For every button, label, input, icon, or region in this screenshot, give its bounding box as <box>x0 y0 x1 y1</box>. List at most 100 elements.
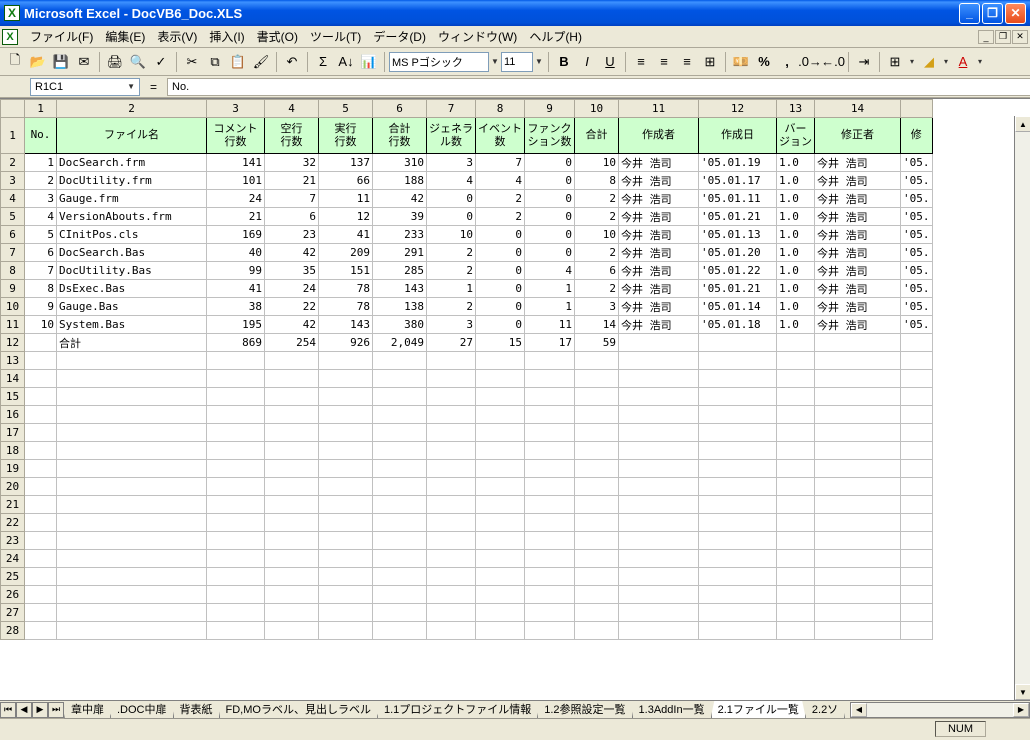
empty-cell[interactable] <box>575 352 619 370</box>
empty-cell[interactable] <box>25 514 57 532</box>
header-cell[interactable]: ジェネラル数 <box>427 118 476 154</box>
data-cell[interactable]: 39 <box>373 208 427 226</box>
chart-button[interactable]: 📊 <box>358 51 380 73</box>
empty-cell[interactable] <box>699 388 777 406</box>
row-header[interactable]: 14 <box>1 370 25 388</box>
merge-button[interactable]: ⊞ <box>699 51 721 73</box>
empty-cell[interactable] <box>265 622 319 640</box>
mdi-close-button[interactable]: ✕ <box>1012 30 1028 44</box>
data-cell[interactable]: 5 <box>25 226 57 244</box>
data-cell[interactable]: 188 <box>373 172 427 190</box>
sheet-tab[interactable]: 1.1プロジェクトファイル情報 <box>377 701 538 719</box>
data-cell[interactable]: 今井 浩司 <box>619 226 699 244</box>
empty-cell[interactable] <box>265 370 319 388</box>
data-cell[interactable]: 8 <box>575 172 619 190</box>
data-cell[interactable]: 151 <box>319 262 373 280</box>
empty-cell[interactable] <box>619 352 699 370</box>
empty-cell[interactable] <box>575 460 619 478</box>
data-cell[interactable]: 1.0 <box>777 298 815 316</box>
empty-cell[interactable] <box>575 604 619 622</box>
menu-item[interactable]: ツール(T) <box>304 28 367 46</box>
total-cell[interactable]: 926 <box>319 334 373 352</box>
empty-cell[interactable] <box>525 370 575 388</box>
empty-cell[interactable] <box>575 532 619 550</box>
empty-cell[interactable] <box>815 460 901 478</box>
data-cell[interactable]: '05. <box>901 190 933 208</box>
empty-cell[interactable] <box>901 622 933 640</box>
data-cell[interactable]: 3 <box>25 190 57 208</box>
empty-cell[interactable] <box>815 388 901 406</box>
empty-cell[interactable] <box>525 568 575 586</box>
row-header[interactable]: 3 <box>1 172 25 190</box>
data-cell[interactable]: 0 <box>525 190 575 208</box>
empty-cell[interactable] <box>575 568 619 586</box>
empty-cell[interactable] <box>57 496 207 514</box>
empty-cell[interactable] <box>25 496 57 514</box>
row-header[interactable]: 27 <box>1 604 25 622</box>
row-header[interactable]: 25 <box>1 568 25 586</box>
empty-cell[interactable] <box>319 442 373 460</box>
data-cell[interactable]: 22 <box>265 298 319 316</box>
empty-cell[interactable] <box>619 604 699 622</box>
header-cell[interactable]: 合計 <box>575 118 619 154</box>
row-header[interactable]: 15 <box>1 388 25 406</box>
row-header[interactable]: 21 <box>1 496 25 514</box>
empty-cell[interactable] <box>57 622 207 640</box>
empty-cell[interactable] <box>476 388 525 406</box>
data-cell[interactable]: 285 <box>373 262 427 280</box>
empty-cell[interactable] <box>815 406 901 424</box>
sheet-tab[interactable]: FD,MOラベル、見出しラベル <box>219 701 378 719</box>
row-header[interactable]: 6 <box>1 226 25 244</box>
data-cell[interactable]: 0 <box>525 172 575 190</box>
data-cell[interactable]: 8 <box>25 280 57 298</box>
empty-cell[interactable] <box>265 352 319 370</box>
empty-cell[interactable] <box>427 514 476 532</box>
empty-cell[interactable] <box>319 622 373 640</box>
data-cell[interactable]: 9 <box>25 298 57 316</box>
data-cell[interactable]: 78 <box>319 298 373 316</box>
header-cell[interactable]: 修正者 <box>815 118 901 154</box>
copy-button[interactable]: ⧉ <box>204 51 226 73</box>
row-header[interactable]: 26 <box>1 586 25 604</box>
total-cell[interactable]: 254 <box>265 334 319 352</box>
empty-cell[interactable] <box>575 370 619 388</box>
empty-cell[interactable] <box>373 514 427 532</box>
empty-cell[interactable] <box>265 550 319 568</box>
empty-cell[interactable] <box>373 406 427 424</box>
empty-cell[interactable] <box>525 442 575 460</box>
empty-cell[interactable] <box>319 532 373 550</box>
empty-cell[interactable] <box>476 514 525 532</box>
header-cell[interactable]: バージョン <box>777 118 815 154</box>
sheet-tab[interactable]: 2.2ソ <box>805 701 845 719</box>
empty-cell[interactable] <box>373 604 427 622</box>
empty-cell[interactable] <box>476 532 525 550</box>
row-header[interactable]: 28 <box>1 622 25 640</box>
data-cell[interactable]: 3 <box>575 298 619 316</box>
total-cell[interactable] <box>25 334 57 352</box>
total-cell[interactable]: 869 <box>207 334 265 352</box>
empty-cell[interactable] <box>319 568 373 586</box>
empty-cell[interactable] <box>476 478 525 496</box>
empty-cell[interactable] <box>619 460 699 478</box>
column-header[interactable]: 14 <box>815 100 901 118</box>
data-cell[interactable]: 今井 浩司 <box>815 298 901 316</box>
data-cell[interactable]: 6 <box>25 244 57 262</box>
empty-cell[interactable] <box>373 442 427 460</box>
empty-cell[interactable] <box>777 406 815 424</box>
sheet-tab[interactable]: 1.3AddIn一覧 <box>632 701 712 719</box>
data-cell[interactable]: 1.0 <box>777 226 815 244</box>
empty-cell[interactable] <box>57 460 207 478</box>
menu-item[interactable]: ヘルプ(H) <box>523 28 588 46</box>
total-cell[interactable] <box>901 334 933 352</box>
row-header[interactable]: 9 <box>1 280 25 298</box>
column-header[interactable]: 7 <box>427 100 476 118</box>
empty-cell[interactable] <box>619 388 699 406</box>
data-cell[interactable]: '05.01.11 <box>699 190 777 208</box>
empty-cell[interactable] <box>619 532 699 550</box>
print-button[interactable]: 🖨 <box>104 51 126 73</box>
data-cell[interactable]: 66 <box>319 172 373 190</box>
empty-cell[interactable] <box>57 514 207 532</box>
header-cell[interactable]: 修 <box>901 118 933 154</box>
empty-cell[interactable] <box>25 442 57 460</box>
empty-cell[interactable] <box>427 442 476 460</box>
